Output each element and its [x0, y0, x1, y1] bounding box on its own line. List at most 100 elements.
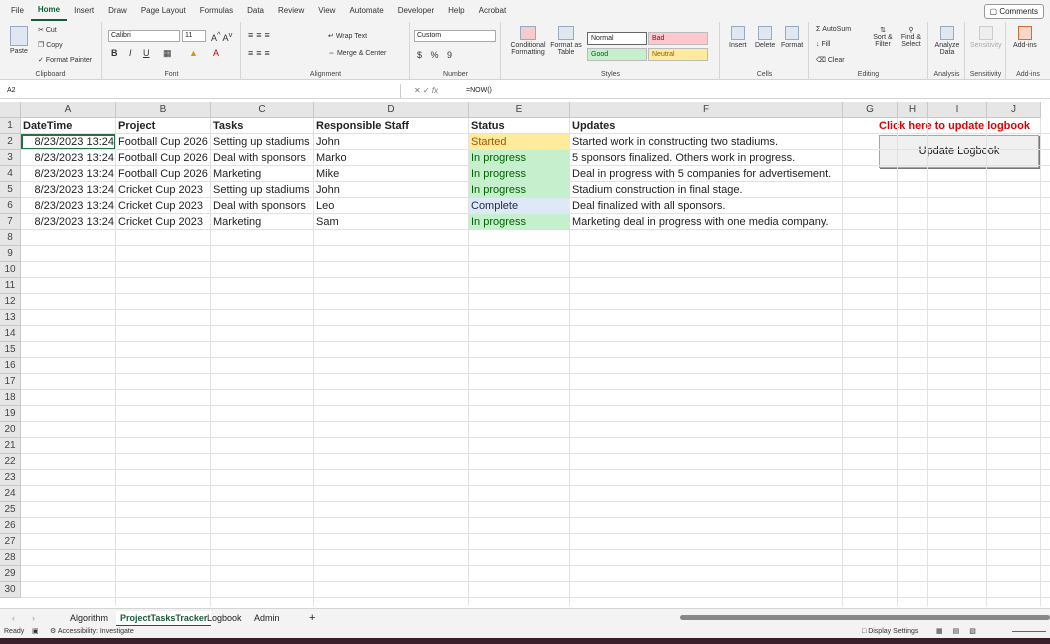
- accessibility-status[interactable]: ⚙ Accessibility: Investigate: [50, 626, 134, 638]
- table-cell[interactable]: John: [314, 182, 340, 198]
- row-header[interactable]: 8: [0, 230, 21, 246]
- tab-admin[interactable]: Admin: [250, 611, 284, 625]
- column-header-j[interactable]: J: [987, 102, 1041, 118]
- italic-button[interactable]: I: [129, 48, 132, 58]
- delete-cells-button[interactable]: Delete: [755, 26, 775, 49]
- menu-file[interactable]: File: [4, 0, 31, 22]
- status-cell[interactable]: In progress: [469, 166, 570, 182]
- table-cell[interactable]: Cricket Cup 2023: [116, 182, 203, 198]
- column-header-g[interactable]: G: [843, 102, 898, 118]
- tab-projecttaskstracker[interactable]: ProjectTasksTracker: [116, 611, 212, 627]
- style-neutral[interactable]: Neutral: [648, 48, 708, 61]
- table-cell[interactable]: Started work in constructing two stadium…: [570, 134, 778, 150]
- table-cell[interactable]: Football Cup 2026: [116, 134, 208, 150]
- add-sheet-button[interactable]: +: [305, 611, 319, 625]
- tab-logbook[interactable]: Logbook: [203, 611, 246, 625]
- row-header[interactable]: 20: [0, 422, 21, 438]
- currency-percent-icons[interactable]: $ % 9: [417, 50, 455, 60]
- comments-button[interactable]: ▢ Comments: [983, 4, 1044, 19]
- table-cell[interactable]: 8/23/2023 13:24: [21, 150, 116, 166]
- table-cell[interactable]: 8/23/2023 13:24: [21, 166, 116, 182]
- row-header[interactable]: 28: [0, 550, 21, 566]
- analyze-data-button[interactable]: Analyze Data: [933, 26, 961, 56]
- row-header[interactable]: 14: [0, 326, 21, 342]
- menu-formulas[interactable]: Formulas: [193, 0, 240, 22]
- menu-help[interactable]: Help: [441, 0, 471, 22]
- row-header[interactable]: 1: [0, 118, 21, 134]
- row-header[interactable]: 9: [0, 246, 21, 262]
- table-cell[interactable]: John: [314, 134, 340, 150]
- table-cell[interactable]: Marketing: [211, 166, 261, 182]
- fx-icon[interactable]: ✕ ✓ fx: [414, 84, 438, 98]
- column-header-d[interactable]: D: [314, 102, 469, 118]
- table-cell[interactable]: Deal in progress with 5 companies for ad…: [570, 166, 831, 182]
- table-cell[interactable]: Deal finalized with all sponsors.: [570, 198, 725, 214]
- column-header-e[interactable]: E: [469, 102, 570, 118]
- row-header[interactable]: 15: [0, 342, 21, 358]
- paste-button[interactable]: Paste: [10, 26, 28, 55]
- row-header[interactable]: 12: [0, 294, 21, 310]
- find-select-button[interactable]: ⚲ Find & Select: [898, 26, 924, 48]
- horizontal-scrollbar[interactable]: [680, 615, 1050, 620]
- style-good[interactable]: Good: [587, 48, 647, 61]
- row-header[interactable]: 19: [0, 406, 21, 422]
- row-header[interactable]: 2: [0, 134, 21, 150]
- row-header[interactable]: 18: [0, 390, 21, 406]
- table-cell[interactable]: Marketing deal in progress with one medi…: [570, 214, 829, 230]
- row-header[interactable]: 11: [0, 278, 21, 294]
- header-cell[interactable]: DateTime: [21, 118, 72, 134]
- table-cell[interactable]: Deal with sponsors: [211, 150, 306, 166]
- row-header[interactable]: 25: [0, 502, 21, 518]
- table-cell[interactable]: Sam: [314, 214, 339, 230]
- table-cell[interactable]: Mike: [314, 166, 339, 182]
- column-header-b[interactable]: B: [116, 102, 211, 118]
- status-cell[interactable]: Complete: [469, 198, 570, 214]
- menu-insert[interactable]: Insert: [67, 0, 101, 22]
- header-cell[interactable]: Project: [116, 118, 155, 134]
- table-cell[interactable]: 5 sponsors finalized. Others work in pro…: [570, 150, 795, 166]
- column-header-h[interactable]: H: [898, 102, 928, 118]
- table-cell[interactable]: Football Cup 2026: [116, 150, 208, 166]
- vertical-align-icons[interactable]: ≡≡≡: [248, 30, 273, 40]
- row-header[interactable]: 30: [0, 582, 21, 598]
- style-normal[interactable]: Normal: [587, 32, 647, 45]
- row-header[interactable]: 29: [0, 566, 21, 582]
- font-size-select[interactable]: 11: [182, 30, 206, 42]
- row-header[interactable]: 10: [0, 262, 21, 278]
- column-header-f[interactable]: F: [570, 102, 843, 118]
- menu-page-layout[interactable]: Page Layout: [134, 0, 193, 22]
- formula-input[interactable]: =NOW(): [466, 84, 492, 98]
- table-cell[interactable]: Football Cup 2026: [116, 166, 208, 182]
- addins-button[interactable]: Add-ins: [1013, 26, 1037, 49]
- column-header-a[interactable]: A: [21, 102, 116, 118]
- table-cell[interactable]: Setting up stadiums: [211, 182, 310, 198]
- header-cell[interactable]: Responsible Staff: [314, 118, 409, 134]
- style-bad[interactable]: Bad: [648, 32, 708, 45]
- table-cell[interactable]: Marko: [314, 150, 347, 166]
- row-header[interactable]: 27: [0, 534, 21, 550]
- menu-review[interactable]: Review: [271, 0, 311, 22]
- menu-draw[interactable]: Draw: [101, 0, 134, 22]
- table-cell[interactable]: Cricket Cup 2023: [116, 198, 203, 214]
- table-cell[interactable]: 8/23/2023 13:24: [21, 134, 116, 150]
- clear-button[interactable]: ⌫ Clear: [816, 56, 845, 64]
- menu-automate[interactable]: Automate: [342, 0, 390, 22]
- row-header[interactable]: 24: [0, 486, 21, 502]
- header-cell[interactable]: Status: [469, 118, 505, 134]
- row-header[interactable]: 13: [0, 310, 21, 326]
- row-header[interactable]: 21: [0, 438, 21, 454]
- grow-font-icon[interactable]: A^ Av: [211, 30, 232, 43]
- format-painter-button[interactable]: ✓ Format Painter: [38, 56, 92, 64]
- column-header-c[interactable]: C: [211, 102, 314, 118]
- scroll-right-icon[interactable]: ›: [28, 611, 39, 625]
- menu-home[interactable]: Home: [30, 1, 68, 21]
- row-header[interactable]: 23: [0, 470, 21, 486]
- status-cell[interactable]: Started: [469, 134, 570, 150]
- header-cell[interactable]: Updates: [570, 118, 615, 134]
- insert-cells-button[interactable]: Insert: [729, 26, 747, 49]
- macro-record-icon[interactable]: ▣: [32, 626, 39, 638]
- fill-color-icon[interactable]: ▲: [189, 48, 198, 58]
- row-header[interactable]: 3: [0, 150, 21, 166]
- row-header[interactable]: 17: [0, 374, 21, 390]
- view-buttons[interactable]: ▦▤▧: [936, 626, 986, 638]
